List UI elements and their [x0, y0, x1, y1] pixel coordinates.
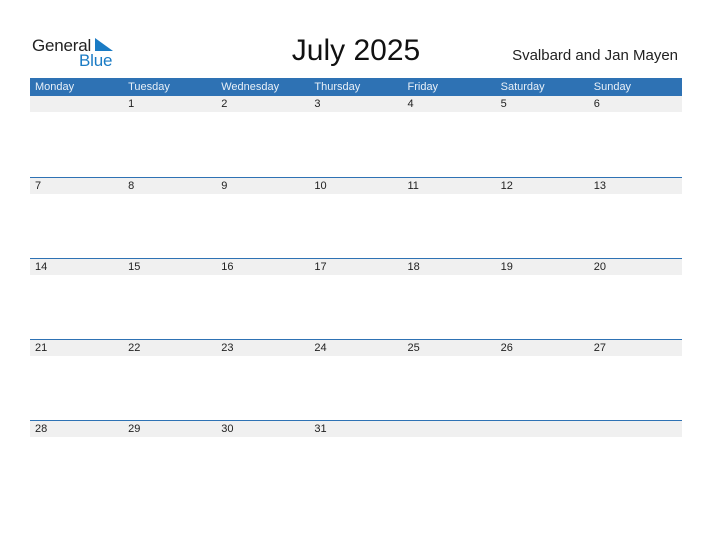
weekday-label: Thursday: [314, 81, 361, 93]
day-cell: 6: [593, 98, 600, 110]
day-cell: 27: [593, 342, 606, 354]
day-cell: 12: [500, 180, 513, 192]
day-cell: 11: [407, 180, 419, 192]
day-cell: 4: [407, 98, 414, 110]
day-cell: 23: [221, 342, 234, 354]
day-cell: 7: [35, 180, 42, 192]
date-stripe: 14 15 16 17 18 19 20: [30, 259, 682, 275]
week-row: 7 8 9 10 11 12 13: [30, 177, 682, 258]
day-cell: 18: [407, 261, 420, 273]
date-stripe: 28 29 30 31: [30, 421, 682, 437]
day-cell: 1: [128, 98, 135, 110]
week-row: 21 22 23 24 25 26 27: [30, 339, 682, 420]
day-cell: 21: [35, 342, 48, 354]
week-row: 28 29 30 31: [30, 420, 682, 501]
weekday-label: Tuesday: [128, 81, 170, 93]
day-cell: 10: [314, 180, 327, 192]
day-cell: 17: [314, 261, 327, 273]
day-cell: 25: [407, 342, 420, 354]
region-name: Svalbard and Jan Mayen: [512, 47, 678, 64]
weekday-label: Monday: [35, 81, 75, 93]
day-cell: 8: [128, 180, 135, 192]
day-cell: 30: [221, 423, 234, 435]
day-cell: 9: [221, 180, 228, 192]
weekday-label: Wednesday: [221, 81, 280, 93]
weekday-header: Monday Tuesday Wednesday Thursday Friday…: [30, 78, 682, 96]
day-cell: 20: [593, 261, 606, 273]
day-cell: 15: [128, 261, 141, 273]
day-cell: 3: [314, 98, 321, 110]
day-cell: 13: [593, 180, 606, 192]
week-row: 14 15 16 17 18 19 20: [30, 258, 682, 339]
day-cell: 14: [35, 261, 48, 273]
day-cell: 29: [128, 423, 141, 435]
weekday-label: Sunday: [593, 81, 632, 93]
day-cell: [30, 96, 123, 112]
week-row: 1 2 3 4 5 6: [30, 96, 682, 177]
day-cell: [589, 421, 682, 437]
day-cell: 19: [500, 261, 513, 273]
day-cell: 16: [221, 261, 234, 273]
day-cell: 22: [128, 342, 141, 354]
day-cell: 2: [221, 98, 228, 110]
day-cell: 5: [500, 98, 507, 110]
weeks-container: 1 2 3 4 5 6 7 8 9 10 11 12 13 14 15 16 17 18 19 20 21 22 23 24 2…: [30, 96, 682, 501]
date-stripe: 7 8 9 10 11 12 13: [30, 178, 682, 194]
weekday-label: Friday: [407, 81, 439, 93]
date-stripe: 21 22 23 24 25 26 27: [30, 340, 682, 356]
day-cell: 24: [314, 342, 327, 354]
date-stripe: 1 2 3 4 5 6: [30, 96, 682, 112]
day-cell: [403, 421, 496, 437]
day-cell: 31: [314, 423, 327, 435]
day-cell: 28: [35, 423, 48, 435]
day-cell: [496, 421, 589, 437]
day-cell: 26: [500, 342, 513, 354]
calendar-grid: Monday Tuesday Wednesday Thursday Friday…: [30, 78, 682, 501]
weekday-label: Saturday: [500, 81, 545, 93]
